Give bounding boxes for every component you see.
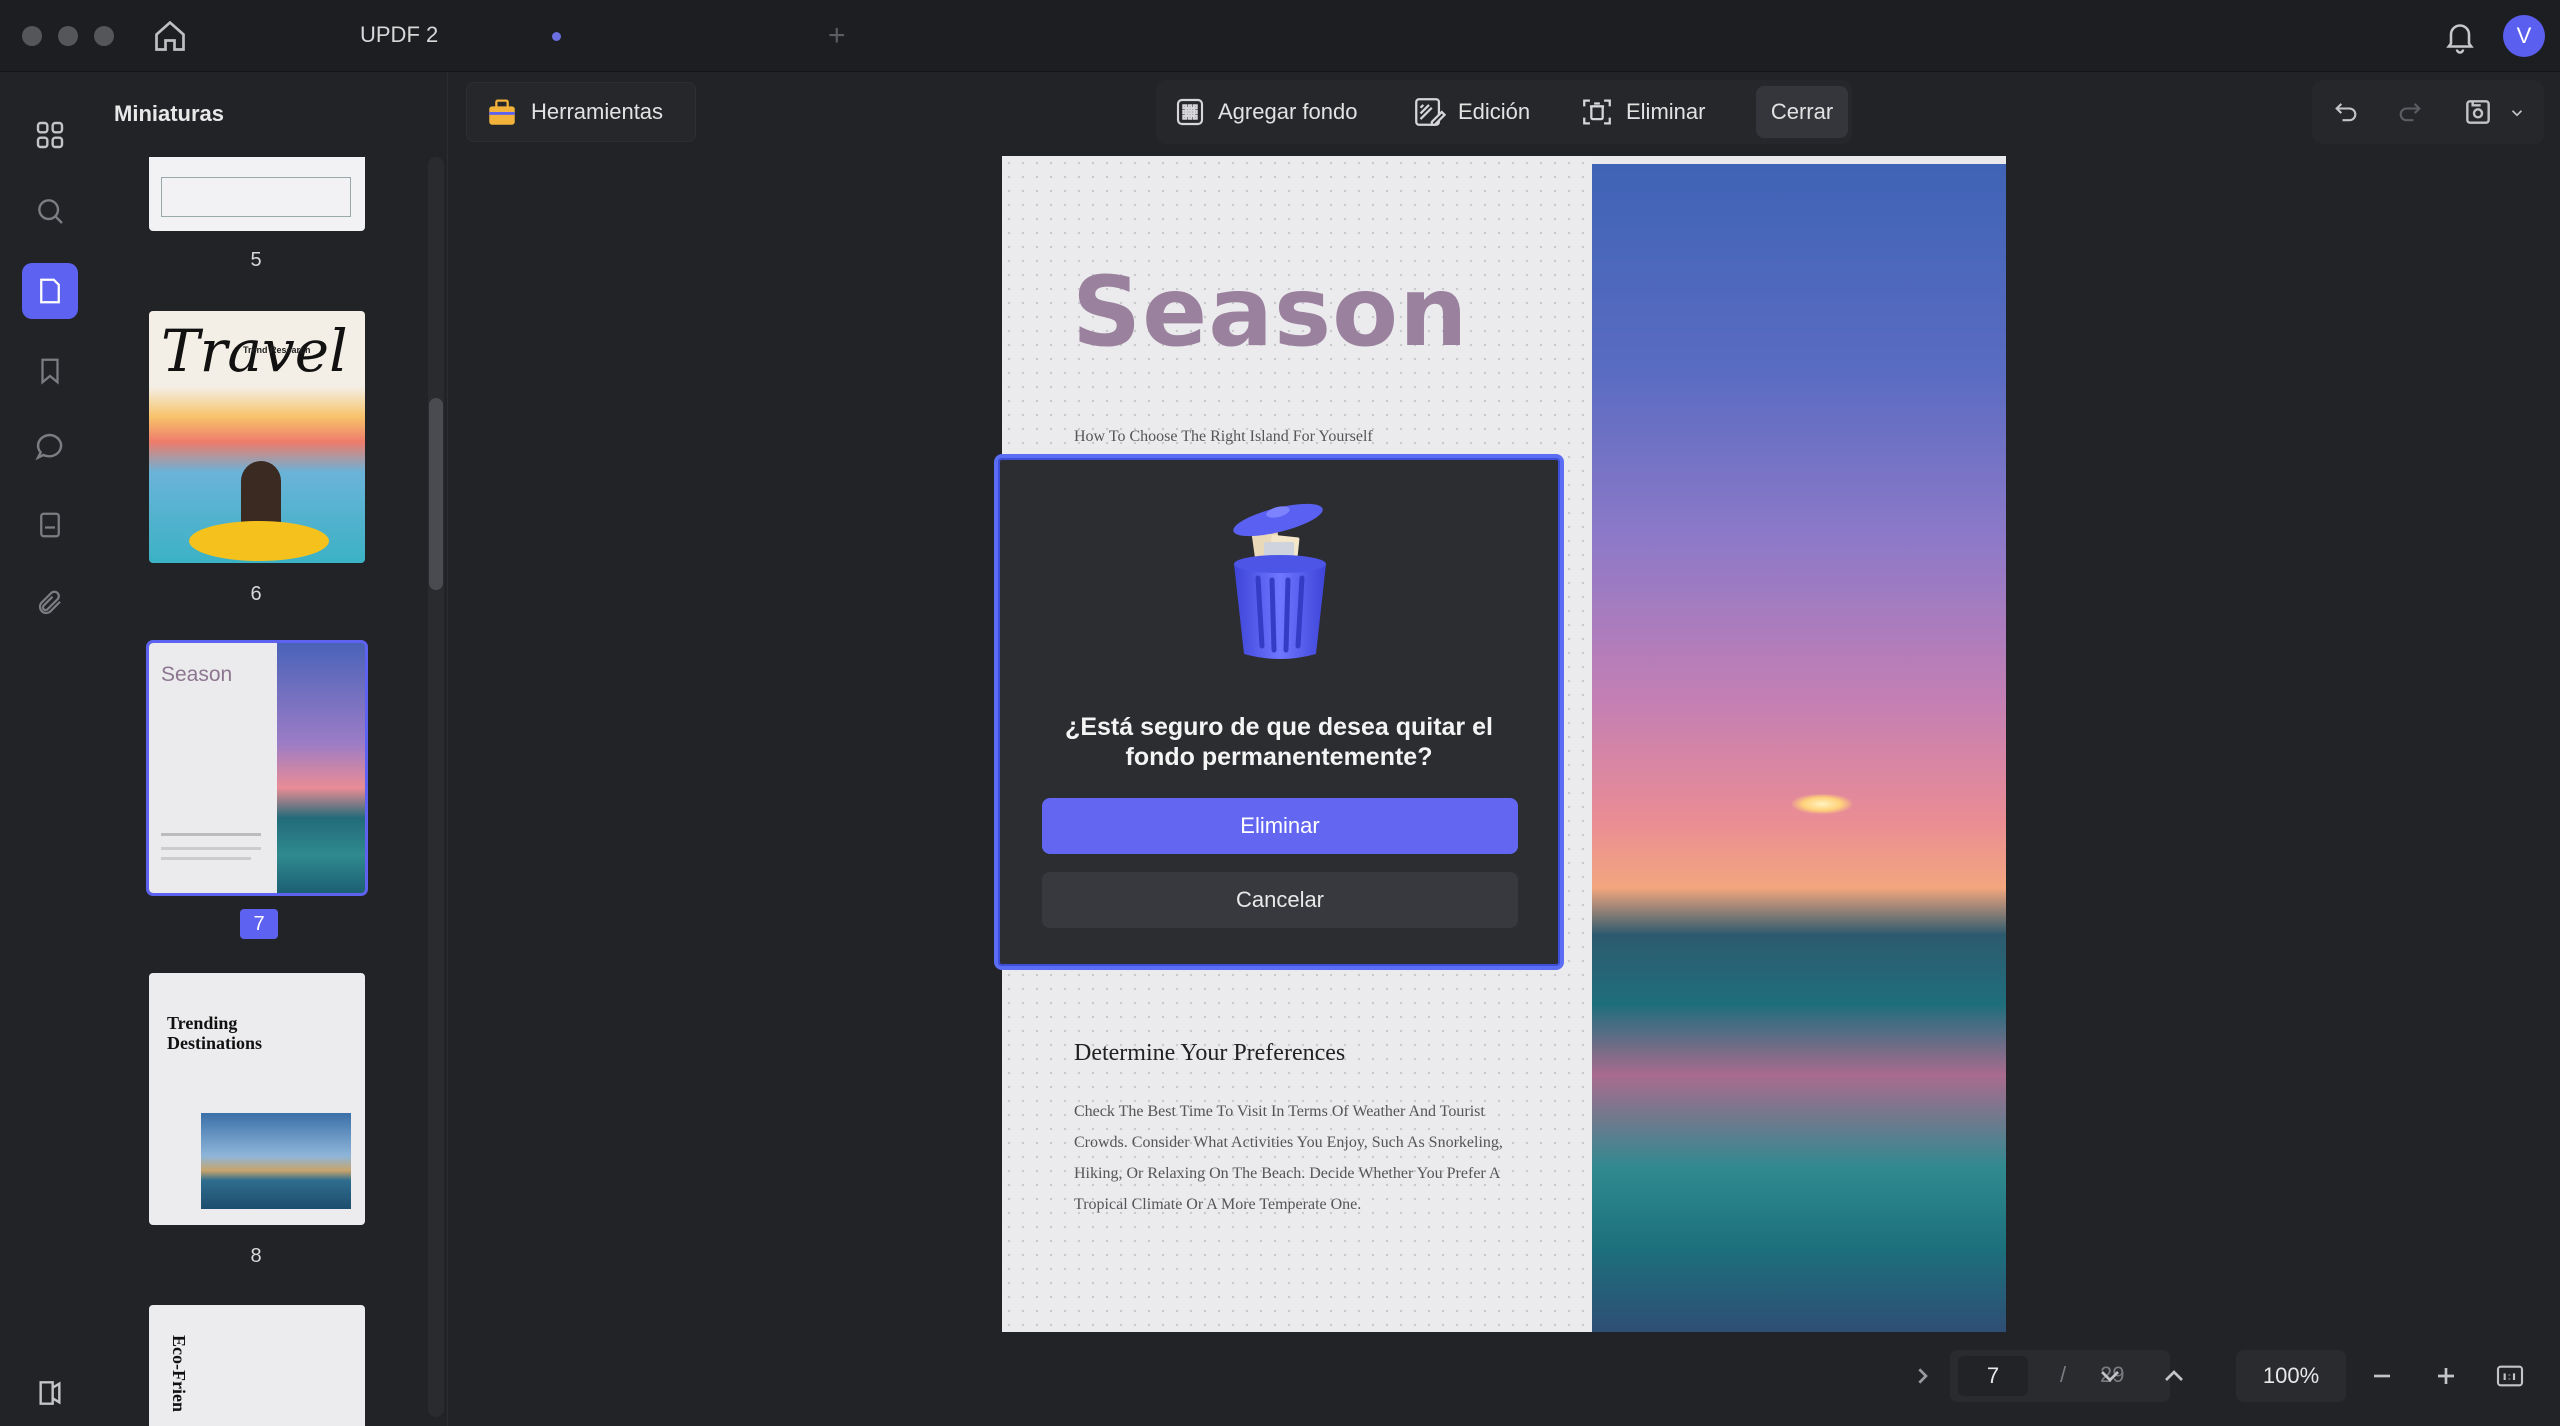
page-title: Season [1072,256,1469,368]
remove-label: Eliminar [1626,99,1706,124]
confirm-remove-button[interactable]: Eliminar [1042,798,1518,854]
close-button[interactable]: Cerrar [1756,86,1848,138]
tools-label: Herramientas [531,99,664,124]
add-tab-icon[interactable]: + [828,21,846,51]
edit-pen-icon [1415,98,1446,126]
chevron-right-icon[interactable] [1906,1360,1938,1392]
page-subtitle: How To Choose The Right Island For Yours… [1074,428,1373,445]
comment-icon[interactable] [30,427,70,467]
section-body: Check The Best Time To Visit In Terms Of… [1074,1103,1503,1213]
thumbnail-list: 5 Travel Trend Research 6 Season 7 Trend… [100,157,430,1426]
thumbnails-icon[interactable] [22,263,78,319]
window-close-button[interactable] [22,26,42,46]
background-toolbar: Agregar fondo Edición Eliminar Cerrar [1156,80,1852,144]
thumbnail-title: Season [161,663,233,686]
thumbnail-page-8[interactable]: Trending Destinations [149,973,365,1225]
thumbnail-title: Eco-Frien [169,1335,189,1412]
page-separator: / [2060,1362,2067,1387]
section-title: Determine Your Preferences [1074,1040,1346,1066]
dialog-question: ¿Está seguro de que desea quitar el fond… [998,712,1560,772]
home-icon[interactable] [152,18,188,54]
chevron-down-icon[interactable] [2508,104,2526,122]
left-rail [0,73,100,1426]
grid-icon[interactable] [30,115,70,155]
right-toolbar [2312,80,2544,144]
thumbnail-number: 8 [250,1245,262,1267]
sidebar-toggle-icon[interactable] [30,1373,70,1413]
bell-icon[interactable] [2442,18,2478,54]
page-indicator: 7 / 29 [1950,1350,2170,1402]
add-background-label: Agregar fondo [1218,99,1358,124]
zoom-level[interactable]: 100% [2236,1350,2346,1402]
document-tab[interactable]: UPDF 2 + [230,8,846,64]
sun-glow [1792,794,1852,814]
edit-background-button[interactable]: Edición [1412,96,1530,128]
thumbnails-panel: Miniaturas 5 Travel Trend Research 6 Sea… [100,73,448,1426]
thumbnail-scrollbar[interactable] [428,157,444,1417]
ocean-sunset-image [1592,164,2006,1332]
background-pattern-icon [1176,98,1204,126]
thumbnail-title: Trending Destinations [167,1013,263,1053]
zoom-in-icon[interactable] [2430,1360,2462,1392]
page-navigation-bar: 7 / 29 100% [1896,1346,2548,1406]
previous-page-chevron-up-icon[interactable] [2158,1360,2190,1392]
edit-label: Edición [1458,99,1531,124]
save-icon[interactable] [2462,96,2494,128]
remove-background-dialog: ¿Está seguro de que desea quitar el fond… [994,454,1564,970]
window-zoom-button[interactable] [94,26,114,46]
toolbox-icon [489,99,515,125]
bookmark-icon[interactable] [30,351,70,391]
remove-background-button[interactable]: Eliminar [1580,96,1705,128]
avatar[interactable]: V [2503,15,2545,57]
panel-title: Miniaturas [114,101,225,126]
cancel-button[interactable]: Cancelar [1042,872,1518,928]
thumbnail-scroll-thumb[interactable] [429,398,443,590]
next-page-chevron-down-icon[interactable] [2094,1360,2126,1392]
tools-button[interactable]: Herramientas [466,82,696,142]
remove-frame-icon [1583,99,1611,125]
add-background-button[interactable]: Agregar fondo [1174,96,1357,128]
page-organize-icon[interactable] [30,505,70,545]
thumbnail-number-selected: 7 [240,909,278,939]
thumbnail-number: 6 [250,583,262,605]
dialog-question-line2: fondo permanentemente? [1125,743,1433,771]
zoom-out-icon[interactable] [2366,1360,2398,1392]
search-icon[interactable] [30,191,70,231]
thumbnail-subtitle: Trend Research [243,345,311,355]
thumbnail-page-7[interactable]: Season [146,640,368,896]
title-bar: UPDF 2 + V [0,0,2560,72]
unsaved-dot-icon [552,32,561,41]
dialog-question-line1: ¿Está seguro de que desea quitar el [1065,713,1493,741]
trash-can-icon [1233,503,1326,659]
current-page-input[interactable]: 7 [1958,1356,2028,1396]
thumbnail-page-6[interactable]: Travel Trend Research [149,311,365,563]
thumbnail-page-5[interactable] [149,157,365,231]
window-minimize-button[interactable] [58,26,78,46]
thumbnail-page-9[interactable]: Eco-Frien [149,1305,365,1426]
undo-icon[interactable] [2332,98,2360,126]
redo-icon[interactable] [2396,98,2424,126]
attachment-icon[interactable] [30,583,70,623]
tab-title: UPDF 2 [360,22,439,47]
actual-size-icon[interactable] [2494,1360,2526,1392]
thumbnail-number: 5 [250,249,262,271]
